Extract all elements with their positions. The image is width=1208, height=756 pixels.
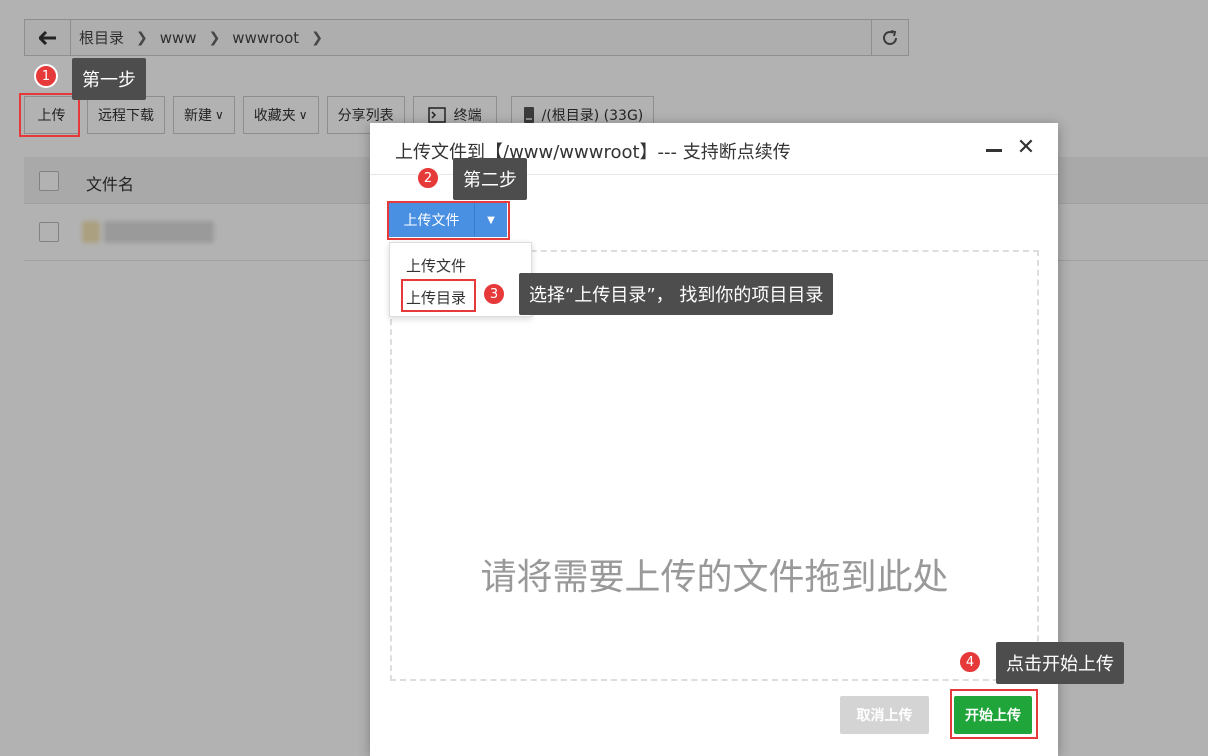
cancel-upload-button[interactable]: 取消上传 bbox=[840, 696, 929, 734]
highlight-upload-folder bbox=[401, 279, 476, 312]
highlight-start-upload bbox=[950, 689, 1038, 739]
highlight-upload-split bbox=[387, 201, 510, 240]
step-tooltip-4: 点击开始上传 bbox=[996, 642, 1124, 684]
highlight-upload bbox=[19, 93, 80, 137]
step-badge-2: 2 bbox=[416, 166, 440, 190]
step-badge-1: 1 bbox=[34, 64, 58, 88]
step-badge-3: 3 bbox=[482, 282, 506, 306]
drop-zone-text: 请将需要上传的文件拖到此处 bbox=[480, 557, 949, 598]
step-tooltip-1: 第一步 bbox=[72, 58, 146, 100]
upload-dialog: 上传文件到【/www/wwwroot】--- 支持断点续传 ✕ 请将需要上传的文… bbox=[370, 123, 1058, 756]
step-tooltip-2: 第二步 bbox=[453, 158, 527, 200]
step-badge-4: 4 bbox=[958, 650, 982, 674]
step-tooltip-3: 选择“上传目录”， 找到你的项目目录 bbox=[519, 273, 834, 315]
close-icon[interactable]: ✕ bbox=[1016, 137, 1036, 159]
minimize-icon[interactable] bbox=[986, 149, 1002, 152]
menu-item-upload-file[interactable]: 上传文件 bbox=[406, 255, 466, 276]
